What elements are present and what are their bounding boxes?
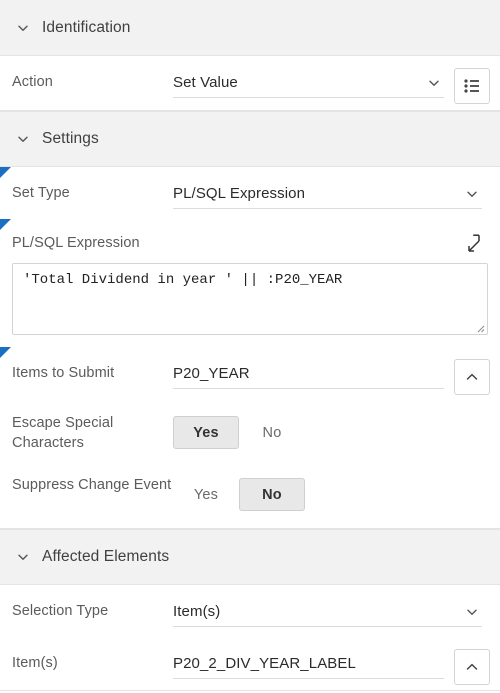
items-picker-button[interactable] bbox=[454, 649, 490, 685]
section-header-identification[interactable]: Identification bbox=[0, 0, 500, 56]
property-editor-panel: Identification Action Set Value Settings… bbox=[0, 0, 500, 693]
items-to-submit-picker-button[interactable] bbox=[454, 359, 490, 395]
field-row-escape-special-characters: Escape Special Characters Yes No bbox=[0, 401, 500, 463]
field-row-set-type: Set Type PL/SQL Expression bbox=[0, 167, 500, 219]
action-list-button[interactable] bbox=[454, 68, 490, 104]
field-label-set-type: Set Type bbox=[12, 185, 70, 201]
selection-type-select-value: Item(s) bbox=[173, 603, 221, 620]
plsql-expression-value: 'Total Dividend in year ' || :P20_YEAR bbox=[23, 272, 343, 288]
required-marker bbox=[0, 167, 11, 178]
field-label-items: Item(s) bbox=[12, 655, 58, 671]
section-header-settings[interactable]: Settings bbox=[0, 111, 500, 167]
set-type-select[interactable]: PL/SQL Expression bbox=[173, 179, 482, 209]
chevron-down-icon bbox=[464, 186, 480, 202]
field-row-items-to-submit: Items to Submit P20_YEAR bbox=[0, 347, 500, 401]
items-to-submit-value: P20_YEAR bbox=[173, 365, 250, 382]
section-title: Settings bbox=[42, 130, 99, 147]
action-select[interactable]: Set Value bbox=[173, 68, 444, 98]
required-marker bbox=[0, 347, 11, 358]
field-label-plsql-expression: PL/SQL Expression bbox=[12, 235, 140, 251]
chevron-down-icon bbox=[14, 548, 32, 566]
field-row-selection-type: Selection Type Item(s) bbox=[0, 585, 500, 637]
chevron-down-icon bbox=[14, 19, 32, 37]
escape-special-characters-option-no[interactable]: No bbox=[239, 416, 305, 449]
escape-special-characters-option-yes[interactable]: Yes bbox=[173, 416, 239, 449]
suppress-change-event-option-no[interactable]: No bbox=[239, 478, 305, 511]
required-marker bbox=[0, 219, 11, 230]
suppress-change-event-toggle[interactable]: Yes No bbox=[173, 475, 305, 511]
resize-handle-icon bbox=[477, 325, 485, 333]
field-row-action: Action Set Value bbox=[0, 56, 500, 111]
set-type-select-value: PL/SQL Expression bbox=[173, 185, 306, 202]
field-label-escape-special-characters: Escape Special Characters bbox=[12, 415, 114, 451]
suppress-change-event-option-yes[interactable]: Yes bbox=[173, 478, 239, 511]
field-label-items-to-submit: Items to Submit bbox=[12, 365, 115, 381]
items-to-submit-input[interactable]: P20_YEAR bbox=[173, 359, 444, 389]
selection-type-select[interactable]: Item(s) bbox=[173, 597, 482, 627]
expand-editor-button[interactable] bbox=[460, 232, 482, 254]
items-value: P20_2_DIV_YEAR_LABEL bbox=[173, 655, 356, 672]
chevron-up-icon bbox=[466, 373, 478, 380]
field-row-plsql-expression: PL/SQL Expression 'Total Dividend in yea… bbox=[0, 219, 500, 347]
chevron-down-icon bbox=[464, 604, 480, 620]
plsql-expression-textarea[interactable]: 'Total Dividend in year ' || :P20_YEAR bbox=[12, 263, 488, 335]
escape-special-characters-toggle[interactable]: Yes No bbox=[173, 413, 305, 449]
section-title: Affected Elements bbox=[42, 548, 170, 565]
field-row-items: Item(s) P20_2_DIV_YEAR_LABEL bbox=[0, 637, 500, 691]
action-select-value: Set Value bbox=[173, 74, 238, 91]
section-header-affected-elements[interactable]: Affected Elements bbox=[0, 529, 500, 585]
list-icon bbox=[464, 79, 479, 93]
chevron-up-icon bbox=[466, 663, 478, 670]
section-title: Identification bbox=[42, 18, 131, 36]
field-label-selection-type: Selection Type bbox=[12, 603, 109, 619]
field-row-suppress-change-event: Suppress Change Event Yes No bbox=[0, 463, 500, 529]
items-input[interactable]: P20_2_DIV_YEAR_LABEL bbox=[173, 649, 444, 679]
field-label-suppress-change-event: Suppress Change Event bbox=[12, 477, 172, 493]
field-label-action: Action bbox=[12, 74, 53, 90]
expand-icon bbox=[468, 234, 480, 252]
chevron-down-icon bbox=[14, 130, 32, 148]
chevron-down-icon bbox=[426, 75, 442, 91]
